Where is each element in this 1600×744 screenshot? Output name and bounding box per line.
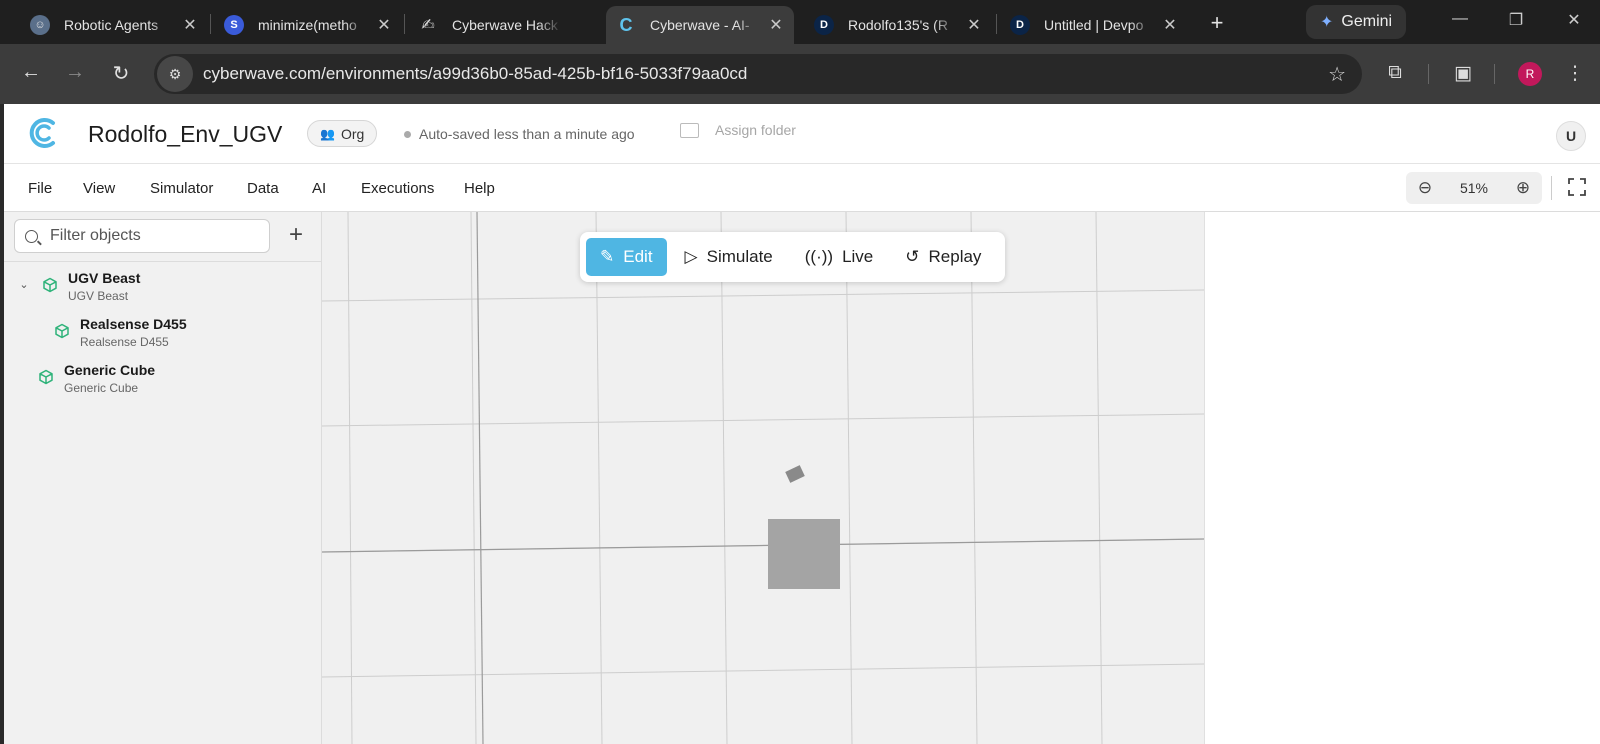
generic-cube-model[interactable] — [768, 519, 840, 589]
back-icon[interactable]: ← — [18, 61, 44, 84]
browser-tab[interactable]: S minimize(metho ✕ — [214, 6, 402, 44]
more-menu-icon[interactable]: ⋮ — [1562, 62, 1588, 85]
chevron-down-icon[interactable]: ⌄ — [16, 278, 32, 291]
menu-ai[interactable]: AI — [312, 180, 326, 197]
cyberwave-logo-icon[interactable] — [26, 115, 62, 151]
browser-tab[interactable]: D Rodolfo135's (R ✕ — [804, 6, 992, 44]
pencil-icon: ✎ — [600, 247, 615, 266]
cube-icon — [55, 323, 69, 339]
tree-item-realsense-d455[interactable]: Realsense D455 Realsense D455 — [54, 316, 187, 349]
d-icon: D — [1010, 15, 1030, 35]
profile-avatar[interactable]: R — [1518, 62, 1542, 86]
menu-help[interactable]: Help — [464, 180, 495, 197]
assign-folder-button[interactable]: Assign folder — [680, 122, 796, 138]
tab-search-icon[interactable]: ▣ — [1450, 62, 1476, 85]
zoom-control: ⊖ 51% ⊕ — [1406, 172, 1542, 204]
replay-mode-button[interactable]: ↺ Replay — [891, 238, 995, 276]
users-icon: 👥 — [320, 126, 335, 141]
zoom-level: 51% — [1459, 180, 1489, 196]
tree-item-generic-cube[interactable]: Generic Cube Generic Cube — [38, 362, 155, 395]
arm-icon: ✍ — [421, 17, 435, 34]
app-header: Rodolfo_Env_UGV 👥 Org Auto-saved less th… — [4, 104, 1600, 164]
zoom-out-icon[interactable]: ⊖ — [1414, 178, 1436, 198]
menu-simulator[interactable]: Simulator — [150, 180, 213, 197]
tree-item-ugv-beast[interactable]: ⌄ UGV Beast UGV Beast — [16, 270, 140, 303]
play-icon: ▷ — [684, 247, 698, 266]
close-icon[interactable]: ✕ — [376, 15, 392, 35]
menu-data[interactable]: Data — [247, 180, 279, 197]
menu-executions[interactable]: Executions — [361, 180, 434, 197]
user-avatar[interactable]: U — [1556, 121, 1586, 151]
browser-tab-bar: ☺ Robotic Agents ✕ S minimize(metho ✕ ✍ … — [0, 0, 1600, 44]
menu-view[interactable]: View — [83, 180, 115, 197]
close-icon[interactable]: ✕ — [966, 15, 982, 35]
site-settings-icon[interactable]: ⚙ — [157, 56, 193, 92]
reload-icon[interactable]: ↻ — [108, 61, 134, 86]
properties-panel — [1204, 212, 1600, 744]
address-bar[interactable]: ⚙ cyberwave.com/environments/a99d36b0-85… — [154, 54, 1362, 94]
close-icon[interactable]: ✕ — [1162, 15, 1178, 35]
extensions-icon[interactable]: ⧉ — [1382, 62, 1408, 84]
object-sidebar: + ⌄ UGV Beast UGV Beast Realsense D455 R… — [4, 212, 322, 744]
forward-icon[interactable]: → — [62, 61, 88, 84]
restore-icon[interactable]: ❐ — [1504, 10, 1528, 30]
cube-icon — [43, 277, 57, 293]
browser-tab[interactable]: D Untitled | Devpo ✕ — [1000, 6, 1188, 44]
add-object-button[interactable]: + — [284, 221, 308, 249]
history-icon: ↺ — [905, 247, 920, 266]
new-tab-button[interactable]: + — [1204, 10, 1230, 36]
cube-icon — [39, 369, 53, 385]
browser-tab-active[interactable]: C Cyberwave - AI- ✕ — [606, 6, 794, 44]
close-window-icon[interactable]: ✕ — [1562, 10, 1586, 30]
scene-grid — [322, 212, 1204, 744]
browser-tab[interactable]: ☺ Robotic Agents ✕ — [20, 6, 208, 44]
status-dot — [404, 130, 411, 138]
robot-icon: ☺ — [30, 15, 50, 35]
browser-tab[interactable]: ✍ Cyberwave Hack — [408, 6, 596, 44]
broadcast-icon: ((·)) — [804, 247, 834, 266]
close-icon[interactable]: ✕ — [182, 15, 198, 35]
browser-toolbar: ← → ↻ ⚙ cyberwave.com/environments/a99d3… — [0, 44, 1600, 104]
org-badge[interactable]: 👥 Org — [307, 120, 378, 147]
s-icon: S — [224, 15, 244, 35]
gemini-icon: ✦ — [1320, 14, 1334, 31]
search-icon — [25, 229, 38, 243]
live-mode-button[interactable]: ((·)) Live — [791, 238, 888, 276]
edit-mode-button[interactable]: ✎ Edit — [586, 238, 667, 276]
filter-objects-input[interactable] — [50, 227, 260, 245]
zoom-in-icon[interactable]: ⊕ — [1512, 178, 1534, 198]
d-icon: D — [814, 15, 834, 35]
autosave-status: Auto-saved less than a minute ago — [404, 126, 635, 142]
gemini-button[interactable]: ✦ Gemini — [1306, 5, 1407, 39]
menu-bar: File View Simulator Data AI Executions H… — [4, 164, 1600, 212]
bookmark-star-icon[interactable]: ☆ — [1328, 62, 1346, 87]
close-icon[interactable]: ✕ — [768, 15, 784, 35]
folder-icon — [680, 122, 699, 138]
mode-toolbar: ✎ Edit ▷ Simulate ((·)) Live ↺ Replay — [580, 232, 1006, 282]
menu-file[interactable]: File — [28, 180, 52, 197]
cyberwave-icon: C — [619, 14, 633, 35]
filter-objects — [14, 219, 270, 253]
environment-name[interactable]: Rodolfo_Env_UGV — [88, 121, 282, 148]
minimize-icon[interactable]: — — [1448, 10, 1472, 28]
simulate-mode-button[interactable]: ▷ Simulate — [671, 238, 787, 276]
scene-viewport[interactable]: ✎ Edit ▷ Simulate ((·)) Live ↺ Replay — [322, 212, 1204, 744]
fullscreen-icon[interactable] — [1567, 177, 1587, 197]
